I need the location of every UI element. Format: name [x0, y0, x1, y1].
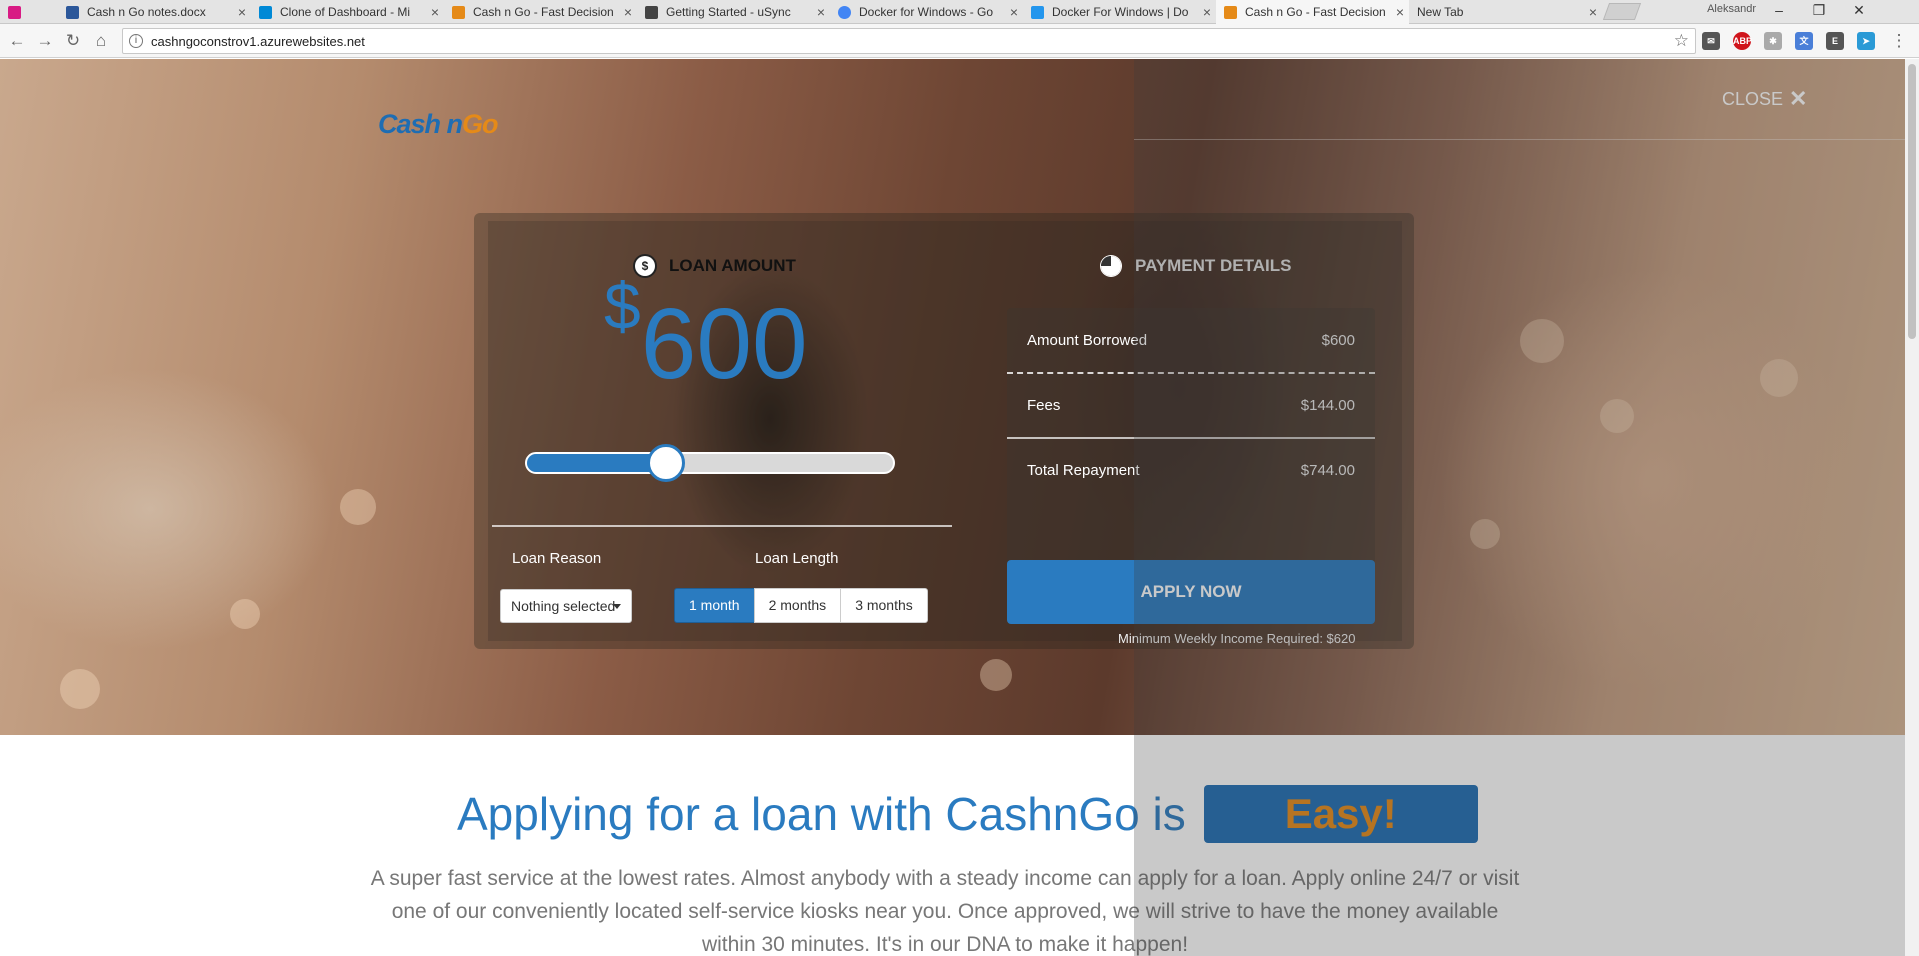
cashngo-logo[interactable]: Cash nGo [378, 109, 499, 140]
tab-docker-docs[interactable]: Docker For Windows | Do × [1023, 0, 1216, 24]
length-1-month-button[interactable]: 1 month [674, 588, 755, 623]
loan-amount-slider[interactable] [525, 444, 895, 482]
payment-row-label: Fees [1027, 397, 1061, 414]
tab-cashngo-1[interactable]: Cash n Go - Fast Decision × [444, 0, 637, 24]
tab-new[interactable]: New Tab × [1409, 0, 1602, 24]
back-icon[interactable]: ← [6, 30, 28, 52]
telegram-extension-icon[interactable]: ➤ [1857, 32, 1875, 50]
bokeh-light [980, 659, 1012, 691]
mail-extension-icon[interactable]: ✉ [1702, 32, 1720, 50]
close-tab-icon[interactable]: × [426, 4, 444, 20]
loan-reason-label: Loan Reason [512, 550, 602, 567]
close-tab-icon[interactable]: × [233, 4, 251, 20]
pie-chart-icon [1101, 256, 1121, 276]
payment-row-value: $144.00 [1300, 397, 1355, 414]
loan-amount-value: $ 600 [604, 269, 808, 400]
intro-paragraph: A super fast service at the lowest rates… [370, 867, 1520, 956]
translate-extension-icon[interactable]: 文 [1795, 32, 1813, 50]
bokeh-light [1470, 519, 1500, 549]
bokeh-light [1600, 399, 1634, 433]
payment-row: Total Repayment $744.00 [1007, 439, 1375, 502]
close-tab-icon[interactable]: × [619, 4, 637, 20]
page-viewport: Cash nGo CLOSE ✕ $ LOAN AMOUNT $ 600 Loa… [0, 59, 1905, 956]
puzzle-extension-icon[interactable]: ✱ [1764, 32, 1782, 50]
close-tab-icon[interactable]: × [812, 4, 830, 20]
tab-media[interactable] [0, 0, 58, 24]
forward-icon[interactable]: → [34, 30, 56, 52]
cashngo-icon [452, 5, 465, 19]
window-close-icon[interactable]: ✕ [1839, 0, 1879, 22]
evernote-extension-icon[interactable]: E [1826, 32, 1844, 50]
profile-name[interactable]: Aleksandr [1707, 3, 1756, 15]
scrollbar-thumb[interactable] [1908, 64, 1916, 339]
close-tab-icon[interactable]: × [1198, 4, 1216, 20]
payment-row-value: $744.00 [1300, 462, 1355, 479]
caret-down-icon [613, 604, 621, 609]
loan-length-group: 1 month 2 months 3 months [674, 588, 928, 623]
menu-icon[interactable]: ⋮ [1888, 30, 1910, 52]
bokeh-light [230, 599, 260, 629]
payment-details-table: Amount Borrowed $600 Fees $144.00 Total … [1007, 309, 1375, 502]
slider-handle[interactable] [647, 444, 686, 482]
book-icon [645, 5, 658, 19]
loan-reason-select[interactable]: Nothing selected [500, 589, 632, 623]
restore-icon[interactable]: ❐ [1799, 0, 1839, 22]
slider-fill [527, 454, 667, 472]
new-tab-button[interactable] [1602, 3, 1642, 20]
word-icon [66, 5, 79, 19]
apply-now-button[interactable]: APPLY NOW [1007, 560, 1375, 624]
close-icon: ✕ [1789, 86, 1808, 111]
bokeh-light [340, 489, 376, 525]
payment-row: Fees $144.00 [1007, 374, 1375, 437]
close-tab-icon[interactable]: × [1391, 4, 1409, 20]
payment-row-value: $600 [1321, 332, 1355, 349]
cashngo-icon [1224, 5, 1237, 19]
tab-usync[interactable]: Getting Started - uSync × [637, 0, 830, 24]
url-field[interactable]: i cashngoconstrov1.azurewebsites.net ☆ [122, 28, 1696, 54]
adblock-extension-icon[interactable]: ABP [1733, 32, 1752, 50]
close-tab-icon[interactable]: × [1584, 4, 1602, 20]
azure-icon [259, 5, 272, 19]
minimize-icon[interactable]: – [1759, 0, 1799, 22]
tab-docker-google[interactable]: Docker for Windows - Go × [830, 0, 1023, 24]
bokeh-light [1760, 359, 1798, 397]
min-income-note: Minimum Weekly Income Required: $620 [1118, 631, 1356, 646]
bookmark-star-icon[interactable]: ☆ [1674, 31, 1689, 51]
home-icon[interactable]: ⌂ [90, 30, 112, 52]
payment-row: Amount Borrowed $600 [1007, 309, 1375, 372]
media-play-icon [8, 5, 21, 19]
page-headline: Applying for a loan with CashnGo is Easy… [457, 785, 1478, 843]
payment-row-label: Amount Borrowed [1027, 332, 1148, 349]
url-text[interactable]: cashngoconstrov1.azurewebsites.net [151, 34, 365, 49]
reload-icon[interactable]: ↻ [62, 30, 84, 52]
payment-details-heading: PAYMENT DETAILS [1101, 256, 1291, 276]
tab-cashngo-active[interactable]: Cash n Go - Fast Decision × [1216, 0, 1409, 24]
bokeh-light [60, 669, 100, 709]
bokeh-light [1520, 319, 1564, 363]
easy-badge: Easy! [1203, 785, 1478, 843]
loan-length-label: Loan Length [755, 550, 839, 567]
info-icon[interactable]: i [129, 34, 143, 48]
length-2-months-button[interactable]: 2 months [753, 588, 842, 623]
tab-word-doc[interactable]: Cash n Go notes.docx × [58, 0, 251, 24]
address-bar: ← → ↻ ⌂ i cashngoconstrov1.azurewebsites… [0, 24, 1919, 58]
close-button[interactable]: CLOSE ✕ [1722, 86, 1807, 112]
payment-row-label: Total Repayment [1027, 462, 1140, 479]
loan-divider [492, 525, 952, 527]
docker-icon [1031, 5, 1044, 19]
tab-azure-dashboard[interactable]: Clone of Dashboard - Mi × [251, 0, 444, 24]
tab-strip: Cash n Go notes.docx × Clone of Dashboar… [0, 0, 1919, 24]
divider-line [1134, 139, 1905, 140]
close-tab-icon[interactable]: × [1005, 4, 1023, 20]
page-scrollbar[interactable] [1905, 59, 1919, 956]
length-3-months-button[interactable]: 3 months [840, 588, 928, 623]
google-icon [838, 5, 851, 19]
